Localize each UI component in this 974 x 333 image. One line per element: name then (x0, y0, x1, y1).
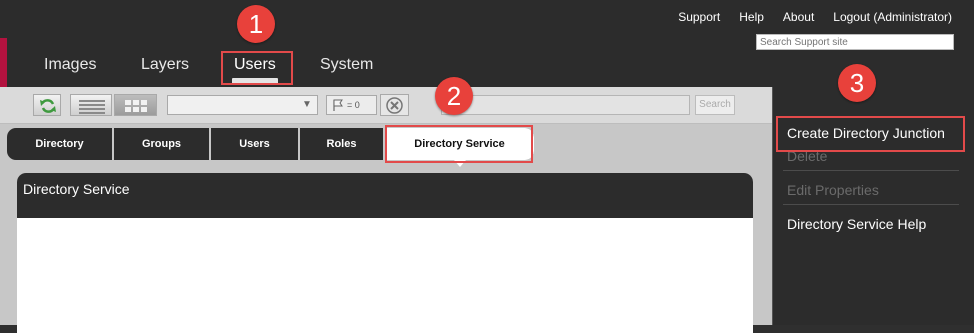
nav-tab-users[interactable]: Users (232, 56, 278, 84)
directory-service-help-action[interactable]: Directory Service Help (787, 216, 926, 232)
top-links: Support Help About Logout (Administrator… (678, 10, 952, 24)
help-link[interactable]: Help (739, 10, 764, 24)
callout-badge-1: 1 (237, 5, 275, 43)
nav-tab-layers[interactable]: Layers (141, 56, 189, 74)
divider (783, 170, 959, 171)
list-view-button[interactable] (70, 94, 112, 116)
sub-tabs: Directory Groups Users Roles Directory S… (7, 128, 534, 167)
tab-directory[interactable]: Directory (7, 128, 114, 160)
chevron-down-icon: ▼ (302, 99, 312, 110)
flag-count: = 0 (347, 100, 360, 110)
callout-badge-3: 3 (838, 64, 876, 102)
tab-roles[interactable]: Roles (300, 128, 385, 160)
support-link[interactable]: Support (678, 10, 720, 24)
tab-groups[interactable]: Groups (114, 128, 211, 160)
logout-link[interactable]: Logout (Administrator) (833, 10, 952, 24)
nav-tab-system[interactable]: System (320, 56, 373, 74)
refresh-icon (40, 99, 56, 113)
clear-icon (386, 97, 403, 114)
toolbar: ▼ = 0 Search (0, 87, 772, 124)
edit-properties-action: Edit Properties (787, 182, 879, 198)
flag-filter[interactable]: = 0 (326, 95, 377, 115)
tab-directory-service[interactable]: Directory Service (385, 128, 534, 167)
about-link[interactable]: About (783, 10, 814, 24)
nav-tab-images[interactable]: Images (44, 56, 96, 74)
brand-accent-bar (0, 38, 7, 87)
create-directory-junction-action[interactable]: Create Directory Junction (787, 125, 945, 141)
flag-icon (333, 99, 343, 111)
clear-button[interactable] (380, 94, 409, 116)
panel-title: Directory Service (17, 173, 753, 218)
tab-users[interactable]: Users (211, 128, 300, 160)
app-header: Support Help About Logout (Administrator… (0, 0, 974, 87)
delete-action: Delete (787, 148, 828, 164)
filter-dropdown[interactable]: ▼ (167, 95, 318, 115)
grid-view-button[interactable] (114, 94, 157, 116)
directory-service-panel: Directory Service (17, 173, 753, 333)
search-button[interactable]: Search (695, 95, 735, 115)
divider (783, 204, 959, 205)
support-search-input[interactable] (756, 34, 954, 50)
callout-badge-2: 2 (435, 77, 473, 115)
refresh-button[interactable] (33, 94, 61, 116)
main-content: ▼ = 0 Search Directory Groups Users Role… (0, 87, 772, 333)
search-input[interactable] (441, 95, 690, 115)
actions-sidebar: Create Directory Junction Delete Edit Pr… (772, 87, 974, 325)
